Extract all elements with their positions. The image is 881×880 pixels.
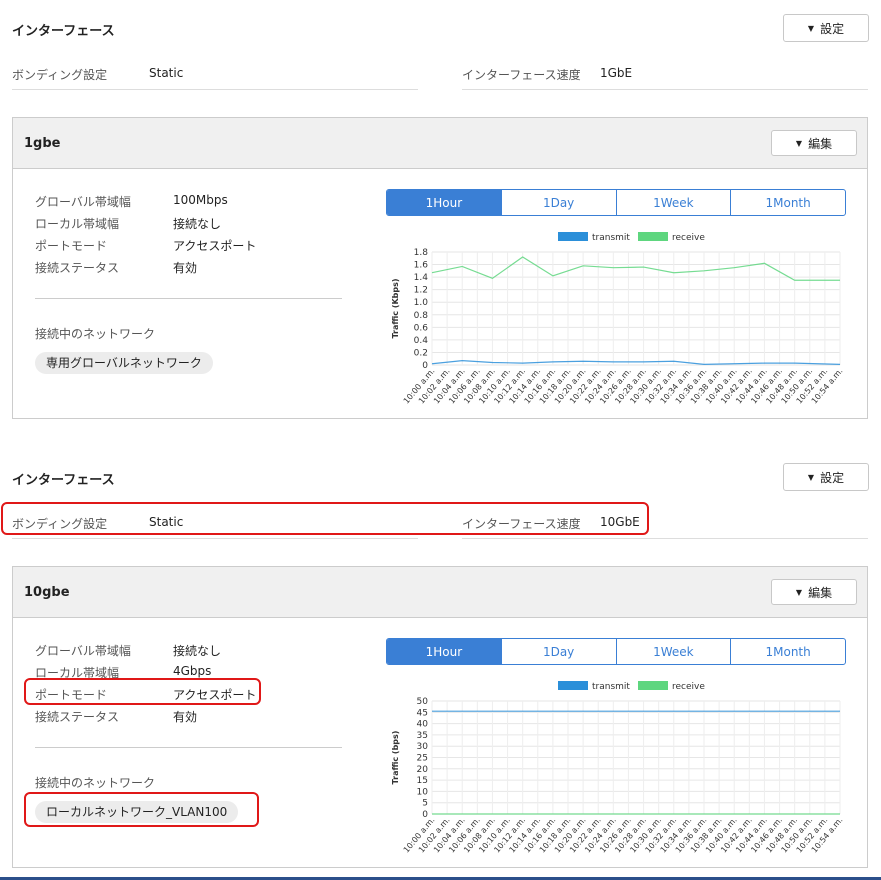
- section-title: インターフェース: [12, 473, 115, 488]
- y-tick-label: 25: [417, 754, 428, 764]
- edit-button[interactable]: ▼ 編集: [771, 579, 857, 605]
- y-tick-label: 40: [417, 720, 429, 730]
- settings-button-label: 設定: [820, 470, 845, 485]
- connection-status-label: 接続ステータス: [35, 261, 120, 275]
- panel-title: 10gbe: [24, 585, 70, 600]
- tab-1week[interactable]: 1Week: [615, 639, 731, 664]
- tab-1hour[interactable]: 1Hour: [387, 190, 501, 215]
- triangle-down-icon: ▼: [807, 472, 815, 482]
- settings-button[interactable]: ▼ 設定: [783, 463, 869, 491]
- tab-1day[interactable]: 1Day: [500, 190, 616, 215]
- y-tick-label: 15: [417, 776, 428, 786]
- y-tick-label: 45: [417, 708, 428, 718]
- local-bandwidth-value: 接続なし: [173, 217, 222, 231]
- global-bandwidth-value: 接続なし: [173, 644, 222, 658]
- y-tick-label: 0.4: [414, 336, 429, 346]
- divider: [462, 538, 868, 539]
- tab-1week[interactable]: 1Week: [615, 190, 731, 215]
- y-tick-label: 1.6: [414, 261, 429, 271]
- y-tick-label: 0.8: [414, 311, 429, 321]
- speed-value: 1GbE: [600, 66, 633, 80]
- triangle-down-icon: ▼: [795, 587, 803, 597]
- y-tick-label: 1.0: [414, 298, 429, 308]
- y-tick-label: 0.6: [414, 323, 429, 333]
- settings-button[interactable]: ▼ 設定: [783, 14, 869, 42]
- bonding-value: Static: [149, 66, 184, 80]
- interface-panel-1gbe: 1gbe ▼ 編集 グローバル帯域幅 100Mbps ローカル帯域幅 接続なし …: [12, 117, 868, 419]
- highlight-box: [24, 792, 259, 827]
- edit-button[interactable]: ▼ 編集: [771, 130, 857, 156]
- local-bandwidth-label: ローカル帯域幅: [35, 217, 120, 231]
- tab-1month[interactable]: 1Month: [730, 190, 845, 215]
- y-axis-label: Traffic (Kbps): [391, 278, 400, 338]
- traffic-chart: transmit receive00.20.40.60.81.01.21.41.6…: [391, 232, 845, 406]
- port-mode-label: ポートモード: [35, 239, 108, 253]
- highlight-box: [24, 678, 261, 705]
- tab-1hour[interactable]: 1Hour: [387, 639, 501, 664]
- global-bandwidth-label: グローバル帯域幅: [35, 195, 131, 209]
- y-tick-label: 5: [422, 799, 428, 809]
- network-chip[interactable]: 専用グローバルネットワーク: [35, 352, 213, 374]
- y-tick-label: 1.2: [414, 286, 428, 296]
- legend-swatch: [638, 681, 668, 690]
- highlight-box: [1, 502, 649, 535]
- time-range-tabs: 1Hour 1Day 1Week 1Month: [386, 638, 846, 665]
- legend-label: receive: [672, 233, 705, 243]
- port-mode-value: アクセスポート: [173, 239, 257, 253]
- y-tick-label: 30: [417, 742, 429, 752]
- divider: [462, 89, 868, 90]
- triangle-down-icon: ▼: [795, 138, 803, 148]
- panel-title: 1gbe: [24, 136, 61, 151]
- panel-header: 10gbe ▼ 編集: [13, 567, 867, 618]
- connection-status-value: 有効: [173, 261, 198, 275]
- panel-header: 1gbe ▼ 編集: [13, 118, 867, 169]
- legend-label: receive: [672, 682, 705, 692]
- traffic-chart: transmit receive0510152025303540455010:00…: [391, 681, 845, 855]
- divider: [35, 747, 342, 748]
- legend-swatch: [558, 232, 588, 241]
- y-tick-label: 1.4: [414, 273, 429, 283]
- section-title: インターフェース: [12, 24, 115, 39]
- speed-label: インターフェース速度: [462, 68, 581, 82]
- time-range-tabs: 1Hour 1Day 1Week 1Month: [386, 189, 846, 216]
- local-bandwidth-value: 4Gbps: [173, 664, 212, 678]
- divider: [12, 538, 418, 539]
- global-bandwidth-label: グローバル帯域幅: [35, 644, 131, 658]
- y-axis-label: Traffic (bps): [391, 731, 400, 785]
- global-bandwidth-value: 100Mbps: [173, 193, 228, 207]
- legend-label: transmit: [592, 233, 630, 243]
- y-tick-label: 35: [417, 731, 428, 741]
- connection-status-value: 有効: [173, 710, 198, 724]
- connection-status-label: 接続ステータス: [35, 710, 120, 724]
- y-tick-label: 20: [417, 765, 429, 775]
- legend-label: transmit: [592, 682, 630, 692]
- settings-button-label: 設定: [820, 21, 845, 36]
- bonding-label: ボンディング設定: [12, 68, 108, 82]
- tab-1day[interactable]: 1Day: [500, 639, 616, 664]
- edit-button-label: 編集: [808, 136, 833, 151]
- divider: [12, 89, 418, 90]
- legend-swatch: [558, 681, 588, 690]
- triangle-down-icon: ▼: [807, 23, 815, 33]
- connected-networks-label: 接続中のネットワーク: [35, 776, 156, 790]
- y-tick-label: 0.2: [414, 348, 428, 358]
- edit-button-label: 編集: [808, 585, 833, 600]
- series-line-transmit: [431, 360, 841, 365]
- tab-1month[interactable]: 1Month: [730, 639, 845, 664]
- connected-networks-label: 接続中のネットワーク: [35, 327, 156, 341]
- legend-swatch: [638, 232, 668, 241]
- y-tick-label: 50: [417, 697, 429, 707]
- y-tick-label: 10: [417, 787, 429, 797]
- y-tick-label: 1.8: [414, 248, 429, 258]
- divider: [35, 298, 342, 299]
